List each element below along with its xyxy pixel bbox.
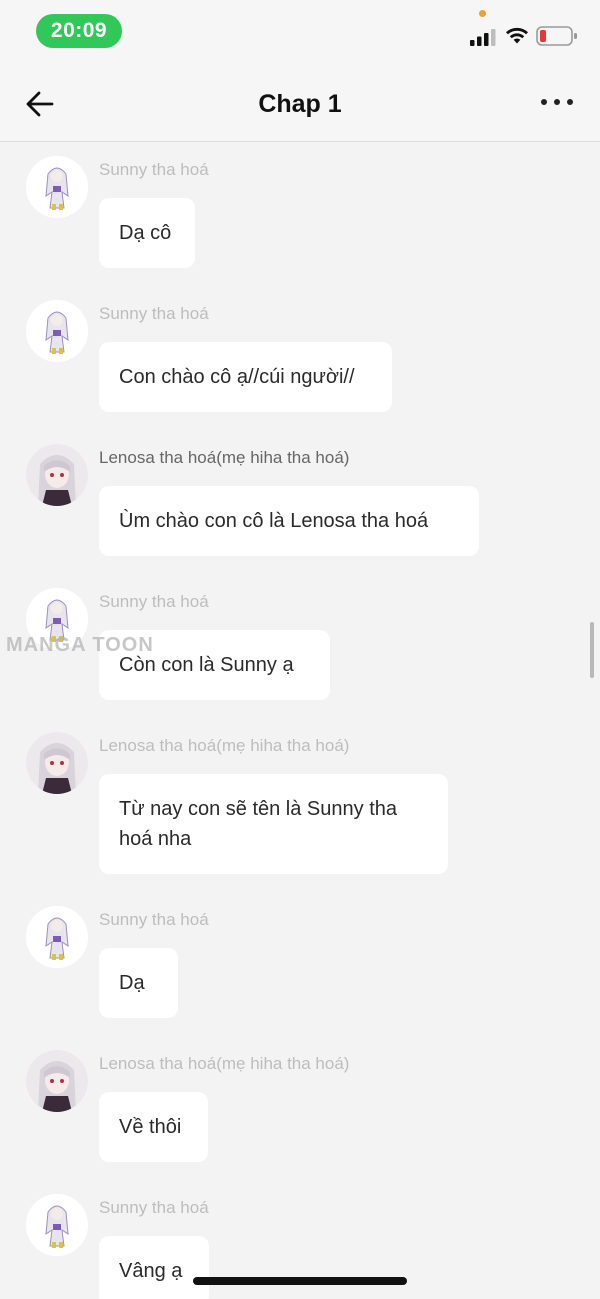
message-bubble[interactable]: Vâng ạ: [99, 1236, 209, 1299]
sunny-avatar[interactable]: [26, 156, 88, 218]
message-bubble[interactable]: Dạ cô: [99, 198, 195, 268]
wifi-icon: [506, 27, 528, 44]
status-bar: 20:09: [0, 0, 600, 66]
navigation-bar: Chap 1: [0, 66, 600, 142]
sender-name: Sunny tha hoá: [99, 160, 209, 179]
sender-name: Sunny tha hoá: [99, 304, 209, 323]
home-indicator[interactable]: [193, 1277, 407, 1285]
page-title: Chap 1: [258, 90, 342, 118]
battery-icon: [536, 26, 577, 46]
lenosa-avatar[interactable]: [26, 444, 88, 506]
sender-name: Lenosa tha hoá(mẹ hiha tha hoá): [99, 736, 350, 755]
sender-name: Sunny tha hoá: [99, 910, 209, 929]
more-options-icon[interactable]: [540, 96, 574, 108]
sunny-avatar[interactable]: [26, 1194, 88, 1256]
message-bubble[interactable]: Con chào cô ạ//cúi người//: [99, 342, 392, 412]
cellular-signal-icon: [470, 29, 496, 46]
lenosa-avatar[interactable]: [26, 732, 88, 794]
sender-name: Sunny tha hoá: [99, 592, 209, 611]
status-time: 20:09: [36, 14, 122, 48]
sender-name: Lenosa tha hoá(mẹ hiha tha hoá): [99, 448, 350, 467]
message-bubble[interactable]: Về thôi: [99, 1092, 208, 1162]
sunny-avatar[interactable]: [26, 906, 88, 968]
privacy-indicator-dot: [479, 10, 486, 17]
lenosa-avatar[interactable]: [26, 1050, 88, 1112]
mangatoon-watermark: MANGA TOON: [6, 634, 154, 656]
message-bubble[interactable]: Từ nay con sẽ tên là Sunny tha hoá nha: [99, 774, 448, 874]
message-bubble[interactable]: Ùm chào con cô là Lenosa tha hoá: [99, 486, 479, 556]
sender-name: Lenosa tha hoá(mẹ hiha tha hoá): [99, 1054, 350, 1073]
sunny-avatar[interactable]: [26, 300, 88, 362]
sender-name: Sunny tha hoá: [99, 1198, 209, 1217]
scrollbar[interactable]: [590, 622, 594, 678]
message-bubble[interactable]: Dạ: [99, 948, 178, 1018]
